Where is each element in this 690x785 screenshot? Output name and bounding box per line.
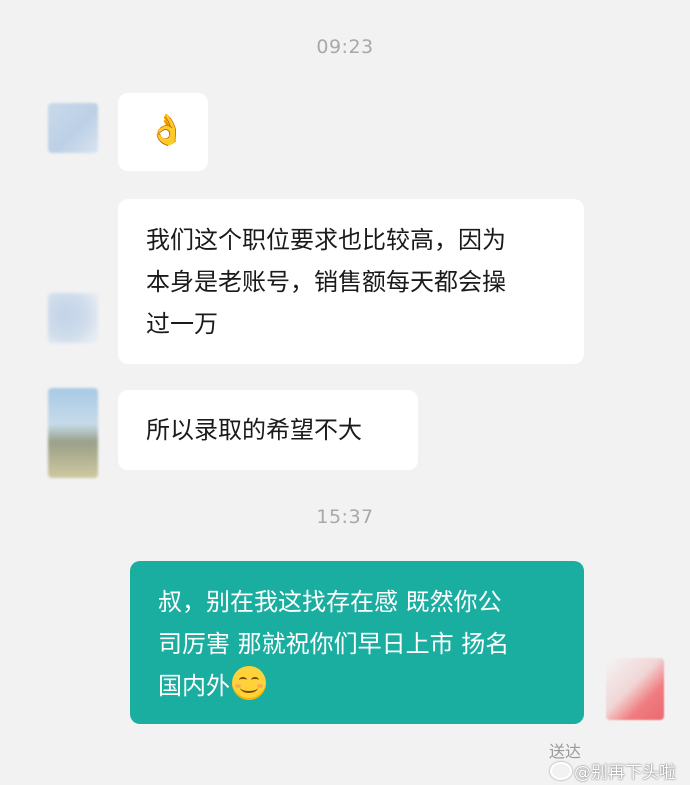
timestamp: 15:37 <box>316 506 374 528</box>
my-message-bubble[interactable]: 叔，别在我这找存在感 既然你公 司厉害 那就祝你们早日上市 扬名 国内外 <box>130 561 584 724</box>
my-avatar[interactable] <box>606 658 664 720</box>
message-line: 所以录取的希望不大 <box>146 416 362 444</box>
watermark-text: @别再下头啦 <box>574 763 676 783</box>
contact-avatar[interactable] <box>48 293 98 343</box>
message-bubble[interactable]: 👌 <box>118 93 208 171</box>
chat-area: 09:23 👌 我们这个职位要求也比较高，因为 本身是老账号，销售额每天都会操 … <box>0 0 690 785</box>
message-line: 我们这个职位要求也比较高，因为 <box>146 226 506 254</box>
smiling-face-emoji <box>232 666 266 700</box>
message-line: 本身是老账号，销售额每天都会操 <box>146 268 506 296</box>
ok-hand-emoji: 👌 <box>148 113 186 148</box>
message-bubble[interactable]: 我们这个职位要求也比较高，因为 本身是老账号，销售额每天都会操 过一万 <box>118 199 584 364</box>
message-line: 司厉害 那就祝你们早日上市 扬名 <box>158 630 510 658</box>
contact-avatar[interactable] <box>48 388 98 478</box>
message-bubble[interactable]: 所以录取的希望不大 <box>118 390 418 470</box>
message-text: 国内外 <box>158 672 230 700</box>
message-line: 过一万 <box>146 310 218 338</box>
timestamp: 09:23 <box>316 36 374 58</box>
watermark: @别再下头啦 <box>550 758 676 783</box>
contact-avatar[interactable] <box>48 103 98 153</box>
message-line: 叔，别在我这找存在感 既然你公 <box>158 588 502 616</box>
weibo-logo-icon <box>550 762 572 780</box>
message-line: 国内外 <box>158 665 584 707</box>
